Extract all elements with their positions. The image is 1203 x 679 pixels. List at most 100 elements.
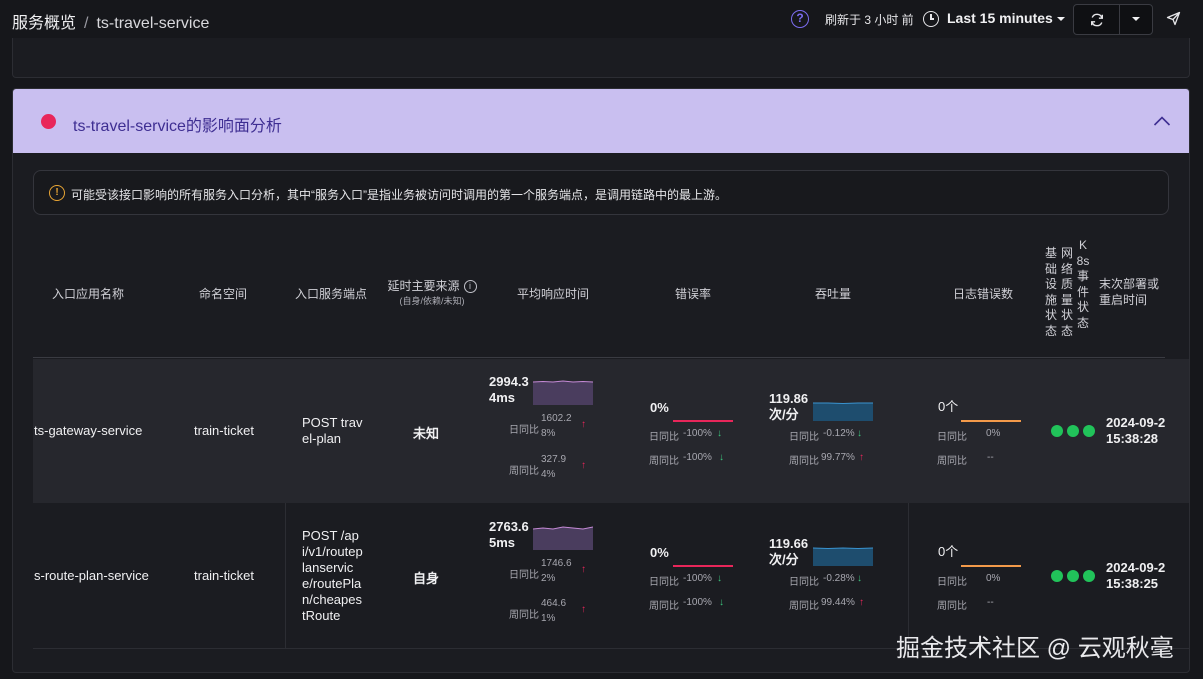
week-compare-label: 周同比 bbox=[789, 601, 819, 612]
day-compare-label: 日同比 bbox=[649, 432, 679, 443]
avg-response-sparkline bbox=[533, 526, 593, 550]
avg-response-sparkline bbox=[533, 380, 593, 405]
entry-app-name[interactable]: s-route-plan-service bbox=[34, 568, 149, 583]
col-namespace: 命名空间 bbox=[198, 287, 247, 301]
day-compare-label: 日同比 bbox=[937, 577, 967, 588]
info-icon[interactable]: i bbox=[463, 280, 477, 294]
latency-source: 自身 bbox=[413, 571, 440, 586]
network-status-indicator[interactable] bbox=[1067, 570, 1079, 582]
week-compare-label: 周同比 bbox=[509, 466, 539, 477]
day-compare-value: -100% bbox=[683, 573, 712, 584]
refresh-interval-dropdown[interactable] bbox=[1120, 5, 1153, 34]
throughput-value: 119.66次/分 bbox=[769, 536, 809, 567]
log-errors-value: 0个 bbox=[938, 399, 959, 414]
breadcrumb-service: ts-travel-service bbox=[96, 15, 210, 32]
alert-status-dot bbox=[41, 114, 56, 129]
impact-analysis-panel: ts-travel-service的影响面分析 ! 可能受该接口影响的所有服务入… bbox=[12, 88, 1190, 673]
week-compare-label: 周同比 bbox=[649, 601, 679, 612]
panel-header[interactable]: ts-travel-service的影响面分析 bbox=[13, 89, 1189, 153]
day-compare-value: 1602.28% bbox=[541, 413, 572, 439]
week-compare-label: 周同比 bbox=[937, 601, 967, 612]
week-compare-value: 99.77% bbox=[821, 452, 855, 463]
trend-down-icon: ↓ bbox=[857, 573, 862, 584]
day-compare-label: 日同比 bbox=[789, 432, 819, 443]
infra-status-indicator[interactable] bbox=[1051, 570, 1063, 582]
help-icon[interactable]: ? bbox=[791, 10, 809, 28]
last-deploy-time: 15:38:25 bbox=[1106, 576, 1159, 591]
trend-up-icon: ↑ bbox=[859, 597, 864, 608]
col-infra-status: 基础设施状态 bbox=[1044, 246, 1057, 338]
chevron-down-icon bbox=[1056, 17, 1065, 22]
time-range-picker[interactable]: Last 15 minutes bbox=[947, 10, 1065, 26]
endpoint[interactable]: POST /api/v1/routeplanservice/routePlan/… bbox=[302, 528, 364, 624]
week-compare-value: -- bbox=[987, 452, 994, 463]
day-compare-value: -0.12% bbox=[823, 428, 855, 439]
last-deploy-date: 2024-09-2 bbox=[1106, 560, 1166, 575]
last-deploy-time: 15:38:28 bbox=[1106, 431, 1159, 446]
refresh-button[interactable] bbox=[1074, 5, 1120, 34]
throughput-value: 119.86次/分 bbox=[769, 391, 809, 422]
day-compare-value: 0% bbox=[986, 573, 1001, 584]
day-compare-label: 日同比 bbox=[649, 577, 679, 588]
col-last-deploy: 末次部署或重启时间 bbox=[1099, 277, 1160, 307]
infra-status-indicator[interactable] bbox=[1051, 425, 1063, 437]
log-errors-sparkline bbox=[961, 420, 1021, 422]
trend-down-icon: ↓ bbox=[719, 452, 724, 463]
col-network-status: 网络质量状态 bbox=[1060, 246, 1073, 338]
avg-response-value: 2994.34ms bbox=[489, 374, 529, 405]
col-error-rate: 错误率 bbox=[674, 287, 711, 301]
week-compare-value: 327.94% bbox=[541, 454, 567, 480]
k8s-status-indicator[interactable] bbox=[1083, 425, 1095, 437]
table-header-divider bbox=[33, 357, 1165, 358]
day-compare-value: 1746.62% bbox=[541, 558, 572, 584]
clock-icon bbox=[923, 11, 939, 27]
breadcrumb-root[interactable]: 服务概览 bbox=[12, 15, 76, 32]
share-icon[interactable] bbox=[1166, 11, 1181, 26]
namespace: train-ticket bbox=[194, 568, 254, 583]
network-status-indicator[interactable] bbox=[1067, 425, 1079, 437]
week-compare-value: -- bbox=[987, 597, 994, 608]
k8s-status-indicator[interactable] bbox=[1083, 570, 1095, 582]
error-rate-sparkline bbox=[673, 565, 733, 567]
info-notice: ! 可能受该接口影响的所有服务入口分析，其中“服务入口”是指业务被访问时调用的第… bbox=[33, 170, 1169, 215]
week-compare-value: 99.44% bbox=[821, 597, 855, 608]
day-compare-value: -0.28% bbox=[823, 573, 855, 584]
chevron-up-icon[interactable] bbox=[1153, 115, 1171, 127]
col-latency-source-sub: (自身/依赖/未知) bbox=[399, 296, 465, 306]
breadcrumb: 服务概览 / ts-travel-service bbox=[12, 9, 209, 33]
latency-source: 未知 bbox=[413, 426, 440, 441]
col-latency-source-label: 延时主要来源 bbox=[387, 279, 460, 293]
chevron-down-icon bbox=[1132, 17, 1140, 21]
refresh-status: 刷新于 3 小时 前 bbox=[825, 13, 914, 27]
col-entry-app: 入口应用名称 bbox=[51, 287, 124, 301]
day-compare-label: 日同比 bbox=[937, 432, 967, 443]
top-bar: 服务概览 / ts-travel-service ? 刷新于 3 小时 前 Last… bbox=[0, 0, 1203, 38]
trend-down-icon: ↓ bbox=[717, 573, 722, 584]
week-compare-label: 周同比 bbox=[509, 610, 539, 621]
log-errors-value: 0个 bbox=[938, 544, 959, 559]
endpoint[interactable]: POST travel-plan bbox=[302, 415, 364, 447]
error-rate-value: 0% bbox=[650, 400, 669, 415]
trend-down-icon: ↓ bbox=[857, 428, 862, 439]
trend-up-icon: ↑ bbox=[581, 460, 586, 471]
trend-up-icon: ↑ bbox=[581, 604, 586, 615]
day-compare-label: 日同比 bbox=[789, 577, 819, 588]
col-throughput: 吞吐量 bbox=[814, 287, 851, 301]
trend-down-icon: ↓ bbox=[719, 597, 724, 608]
warning-icon: ! bbox=[49, 185, 65, 201]
error-rate-sparkline bbox=[673, 420, 733, 422]
namespace: train-ticket bbox=[194, 423, 254, 438]
log-errors-sparkline bbox=[961, 565, 1021, 567]
avg-response-value: 2763.65ms bbox=[489, 519, 529, 550]
entry-app-name[interactable]: ts-gateway-service bbox=[34, 423, 142, 438]
refresh-button-group bbox=[1073, 4, 1153, 35]
col-latency-source: 延时主要来源 i (自身/依赖/未知) bbox=[377, 277, 487, 307]
error-rate-value: 0% bbox=[650, 545, 669, 560]
time-range-label: Last 15 minutes bbox=[947, 10, 1053, 26]
trend-up-icon: ↑ bbox=[581, 564, 586, 575]
col-log-errors: 日志错误数 bbox=[952, 287, 1013, 301]
notice-text: 可能受该接口影响的所有服务入口分析，其中“服务入口”是指业务被访问时调用的第一个… bbox=[71, 188, 727, 202]
week-compare-value: -100% bbox=[683, 597, 712, 608]
refresh-icon bbox=[1091, 13, 1103, 27]
last-deploy-date: 2024-09-2 bbox=[1106, 415, 1166, 430]
